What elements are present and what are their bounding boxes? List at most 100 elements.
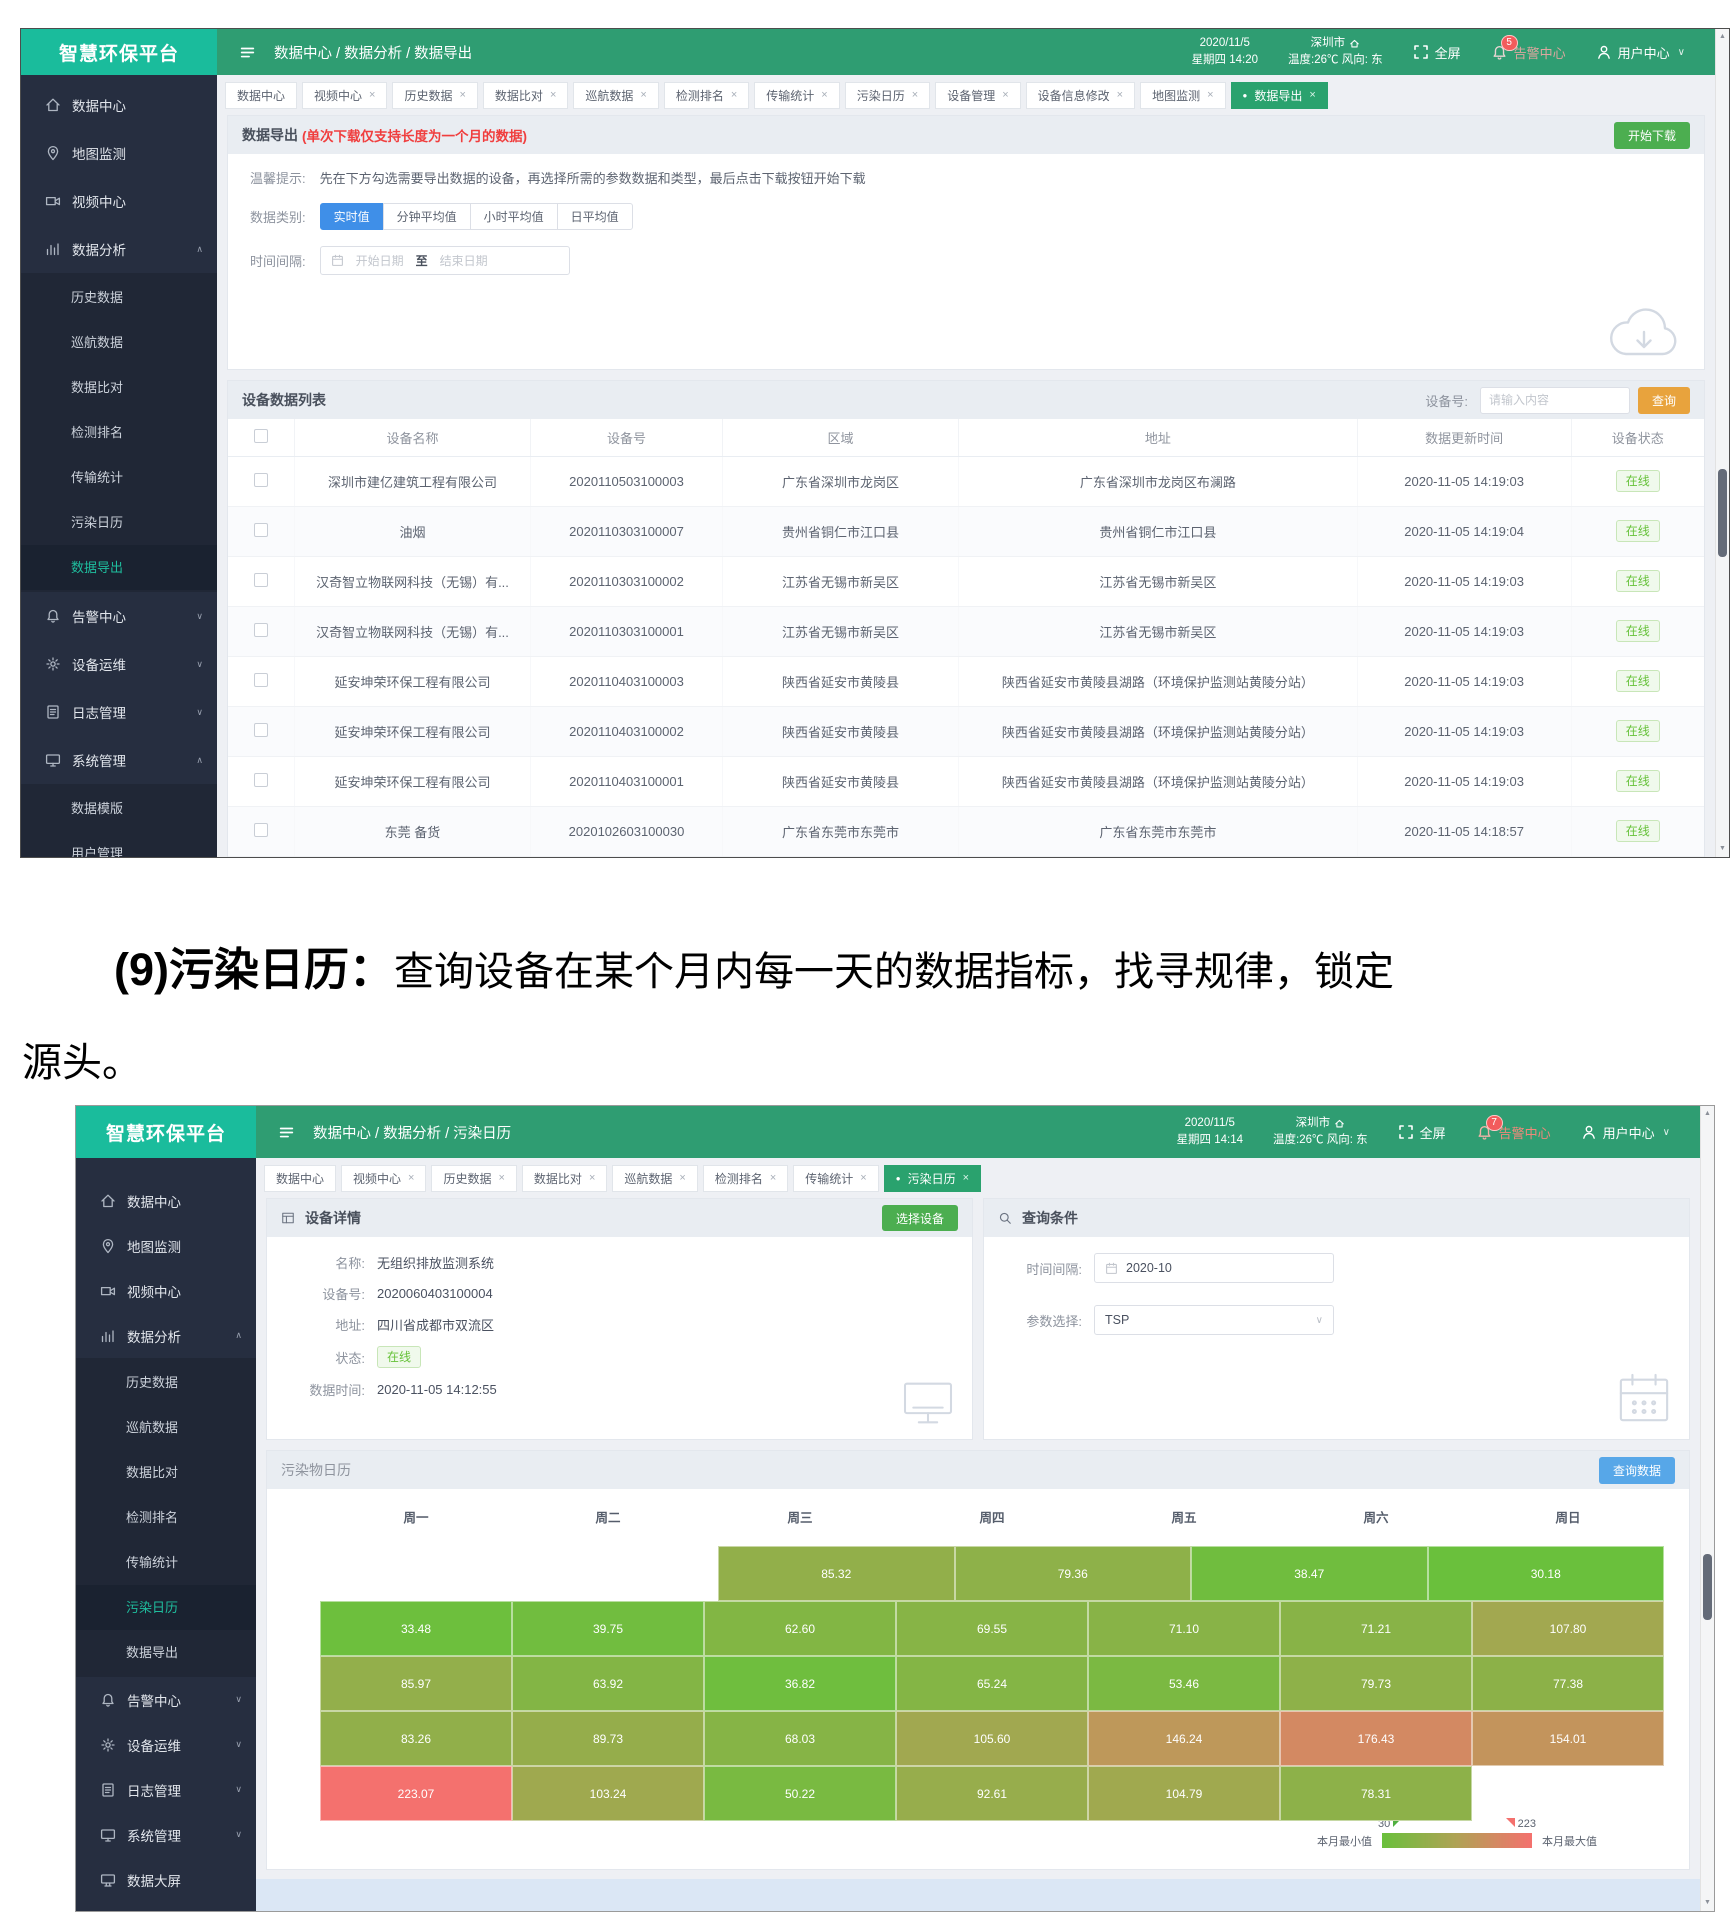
calendar-cell[interactable]: 79.73 <box>1280 1656 1472 1711</box>
calendar-cell[interactable]: 79.36 <box>955 1546 1192 1601</box>
sidebar-subitem[interactable]: 数据比对 <box>21 365 217 410</box>
user-center-button[interactable]: 用户中心 ∨ <box>1581 1123 1670 1142</box>
fullscreen-button[interactable]: 全屏 <box>1413 43 1461 62</box>
calendar-cell[interactable]: 103.24 <box>512 1766 704 1821</box>
sidebar-item[interactable]: 数据中心 <box>76 1178 256 1223</box>
sidebar-item[interactable]: 视频中心 <box>21 177 217 225</box>
sidebar-subitem[interactable]: 传输统计 <box>76 1540 256 1585</box>
calendar-cell[interactable]: 89.73 <box>512 1711 704 1766</box>
sidebar-subitem[interactable]: 历史数据 <box>76 1360 256 1405</box>
param-select[interactable]: TSP ∨ <box>1094 1305 1334 1335</box>
scrollbar[interactable]: ▲ ▼ <box>1700 1106 1714 1911</box>
select-all-checkbox[interactable] <box>228 419 294 456</box>
category-button[interactable]: 分钟平均值 <box>383 203 471 230</box>
category-button[interactable]: 实时值 <box>320 203 384 230</box>
sidebar-subitem[interactable]: 污染日历 <box>21 500 217 545</box>
calendar-cell[interactable]: 71.21 <box>1280 1601 1472 1656</box>
scroll-down-icon[interactable]: ▼ <box>1701 1896 1714 1910</box>
scrollbar-thumb[interactable] <box>1718 469 1727 557</box>
checkbox-icon[interactable] <box>254 823 268 837</box>
month-picker-input[interactable]: 2020-10 <box>1094 1253 1334 1283</box>
checkbox-icon[interactable] <box>254 673 268 687</box>
sidebar-item[interactable]: 告警中心∨ <box>76 1677 256 1722</box>
close-icon[interactable]: × <box>550 89 556 101</box>
checkbox-icon[interactable] <box>254 573 268 587</box>
sidebar-subitem[interactable]: 用户管理 <box>21 831 217 857</box>
close-icon[interactable]: × <box>860 1172 866 1184</box>
tab[interactable]: 视频中心× <box>341 1165 426 1192</box>
tab[interactable]: 巡航数据× <box>573 82 658 109</box>
alarm-center-button[interactable]: 7 告警中心 <box>1476 1123 1551 1142</box>
query-data-button[interactable]: 查询数据 <box>1599 1457 1675 1484</box>
sidebar-item[interactable]: 系统管理∨ <box>76 1812 256 1857</box>
calendar-cell[interactable]: 68.03 <box>704 1711 896 1766</box>
sidebar-item[interactable]: 数据中心 <box>21 81 217 129</box>
sidebar-item[interactable]: 视频中心 <box>76 1268 256 1313</box>
close-icon[interactable]: × <box>1117 89 1123 101</box>
sidebar-subitem[interactable]: 检测排名 <box>21 410 217 455</box>
start-download-button[interactable]: 开始下载 <box>1614 122 1690 149</box>
tab[interactable]: 传输统计× <box>793 1165 878 1192</box>
menu-collapse-icon[interactable] <box>239 44 256 61</box>
close-icon[interactable]: × <box>821 89 827 101</box>
calendar-cell[interactable]: 223.07 <box>320 1766 512 1821</box>
sidebar-subitem[interactable]: 传输统计 <box>21 455 217 500</box>
close-icon[interactable]: × <box>589 1172 595 1184</box>
tab[interactable]: 数据比对× <box>483 82 568 109</box>
close-icon[interactable]: × <box>770 1172 776 1184</box>
checkbox-icon[interactable] <box>254 523 268 537</box>
tab[interactable]: 设备管理× <box>935 82 1020 109</box>
menu-collapse-icon[interactable] <box>278 1124 295 1141</box>
calendar-cell[interactable]: 105.60 <box>896 1711 1088 1766</box>
checkbox-icon[interactable] <box>254 773 268 787</box>
sidebar-subitem[interactable]: 数据模版 <box>21 786 217 831</box>
category-button[interactable]: 小时平均值 <box>470 203 558 230</box>
close-icon[interactable]: × <box>640 89 646 101</box>
calendar-cell[interactable]: 176.43 <box>1280 1711 1472 1766</box>
calendar-cell[interactable]: 65.24 <box>896 1656 1088 1711</box>
close-icon[interactable]: × <box>679 1172 685 1184</box>
close-icon[interactable]: × <box>912 89 918 101</box>
scroll-down-icon[interactable]: ▼ <box>1716 842 1729 856</box>
sidebar-item[interactable]: 设备运维∨ <box>21 640 217 688</box>
checkbox-icon[interactable] <box>254 473 268 487</box>
fullscreen-button[interactable]: 全屏 <box>1398 1123 1446 1142</box>
calendar-cell[interactable]: 78.31 <box>1280 1766 1472 1821</box>
sidebar-item[interactable]: 地图监测 <box>76 1223 256 1268</box>
sidebar-item[interactable]: 数据分析∧ <box>76 1313 256 1358</box>
calendar-cell[interactable]: 77.38 <box>1472 1656 1664 1711</box>
tab[interactable]: 巡航数据× <box>612 1165 697 1192</box>
scrollbar[interactable]: ▲ ▼ <box>1715 29 1729 857</box>
calendar-cell[interactable]: 104.79 <box>1088 1766 1280 1821</box>
calendar-cell[interactable]: 50.22 <box>704 1766 896 1821</box>
calendar-cell[interactable]: 69.55 <box>896 1601 1088 1656</box>
tab[interactable]: 传输统计× <box>754 82 839 109</box>
calendar-cell[interactable]: 146.24 <box>1088 1711 1280 1766</box>
close-icon[interactable]: × <box>1309 89 1315 101</box>
sidebar-item[interactable]: 数据分析∧ <box>21 225 217 273</box>
tab[interactable]: ●数据导出× <box>1231 82 1328 109</box>
tab[interactable]: 数据中心 <box>264 1165 336 1192</box>
close-icon[interactable]: × <box>963 1172 969 1184</box>
calendar-cell[interactable]: 83.26 <box>320 1711 512 1766</box>
sidebar-item[interactable]: 数据大屏 <box>76 1857 256 1902</box>
date-range-input[interactable]: 开始日期 至 结束日期 <box>320 246 570 275</box>
tab[interactable]: 地图监测× <box>1140 82 1225 109</box>
scroll-up-icon[interactable]: ▲ <box>1716 30 1729 44</box>
scroll-up-icon[interactable]: ▲ <box>1701 1107 1714 1121</box>
tab[interactable]: 数据中心 <box>225 82 297 109</box>
sidebar-item[interactable]: 日志管理∨ <box>21 688 217 736</box>
tab[interactable]: 设备信息修改× <box>1026 82 1135 109</box>
calendar-cell[interactable]: 62.60 <box>704 1601 896 1656</box>
tab[interactable]: 检测排名× <box>664 82 749 109</box>
user-center-button[interactable]: 用户中心 ∨ <box>1596 43 1685 62</box>
sidebar-subitem[interactable]: 数据导出 <box>21 545 217 590</box>
sidebar-subitem[interactable]: 巡航数据 <box>76 1405 256 1450</box>
sidebar-item[interactable]: 设备运维∨ <box>76 1722 256 1767</box>
calendar-cell[interactable]: 85.32 <box>718 1546 955 1601</box>
close-icon[interactable]: × <box>731 89 737 101</box>
calendar-cell[interactable]: 36.82 <box>704 1656 896 1711</box>
close-icon[interactable]: × <box>408 1172 414 1184</box>
calendar-cell[interactable]: 71.10 <box>1088 1601 1280 1656</box>
tab[interactable]: 历史数据× <box>392 82 477 109</box>
